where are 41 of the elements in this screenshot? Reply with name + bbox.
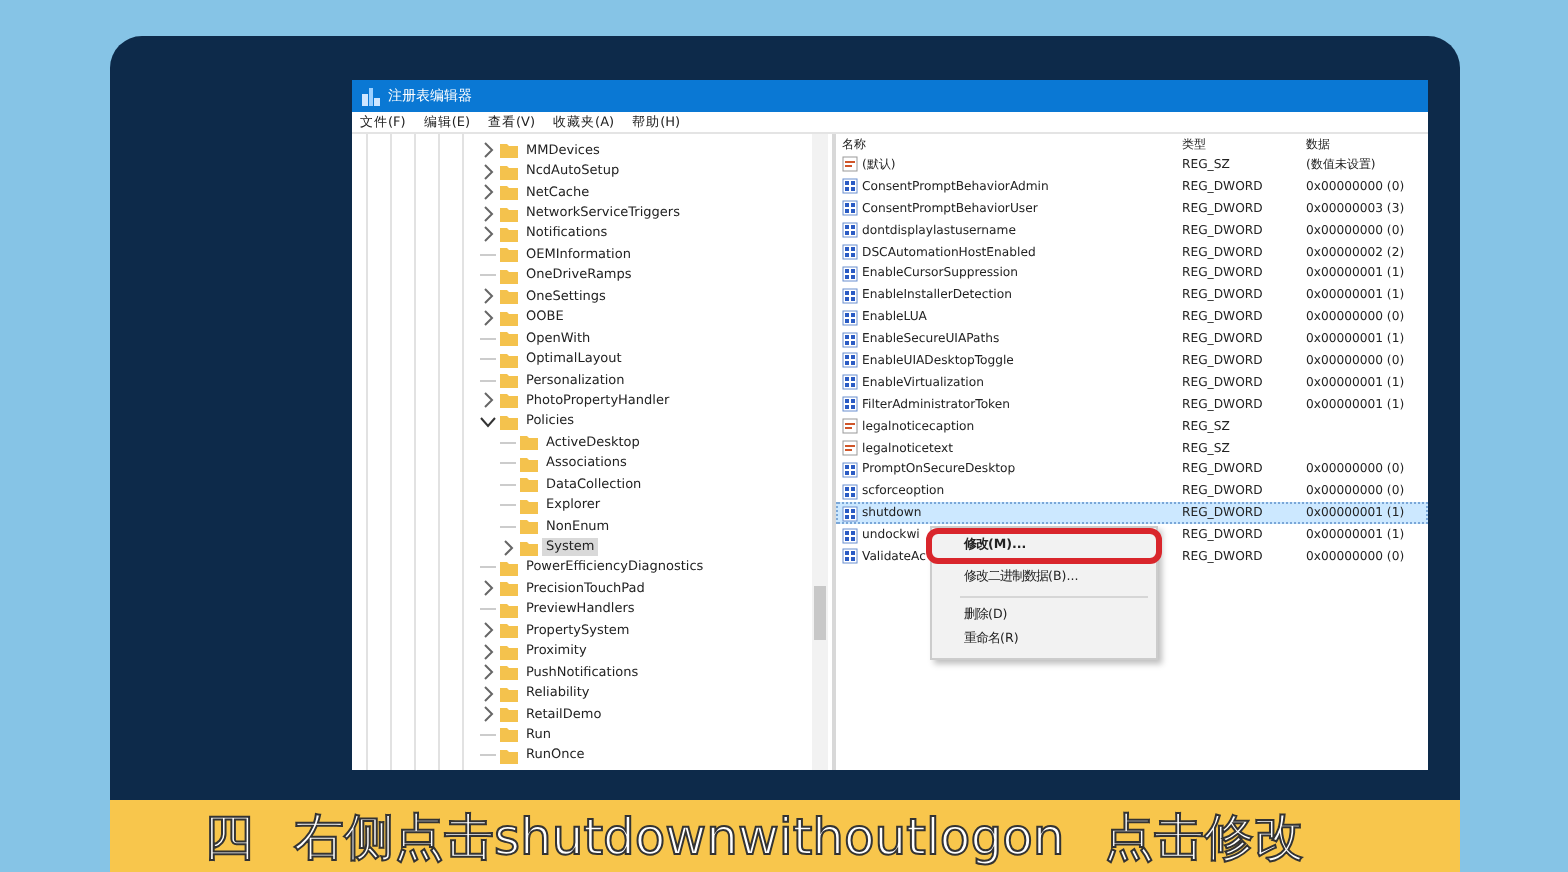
number-value-icon — [842, 244, 858, 260]
number-value-icon — [842, 200, 858, 217]
chevron-icon[interactable] — [480, 163, 496, 180]
chevron-icon[interactable] — [480, 205, 496, 222]
step-number: 四 — [204, 805, 254, 869]
number-value-icon — [842, 309, 858, 326]
chevron-icon[interactable] — [480, 413, 496, 430]
number-value-icon — [842, 352, 858, 369]
number-value-icon — [842, 374, 858, 391]
chevron-icon[interactable] — [480, 622, 496, 639]
scrollbar-thumb[interactable] — [814, 586, 826, 640]
chevron-icon[interactable] — [480, 643, 496, 660]
number-value-icon — [842, 461, 858, 478]
chevron-icon[interactable] — [480, 706, 496, 723]
chevron-icon[interactable] — [480, 309, 496, 326]
scrollbar[interactable] — [812, 134, 828, 770]
chevron-icon[interactable] — [480, 580, 496, 597]
chevron-icon[interactable] — [480, 392, 496, 409]
caption-text: 右侧点击shutdownwithoutlogon — [294, 805, 1065, 869]
number-value-icon — [842, 265, 858, 282]
number-value-icon — [842, 396, 858, 413]
number-value-icon — [842, 527, 858, 544]
number-value-icon — [842, 222, 858, 239]
number-value-icon — [842, 331, 858, 348]
number-value-icon — [842, 548, 858, 565]
number-value-icon — [842, 483, 858, 500]
number-value-icon — [842, 178, 858, 195]
chevron-icon[interactable] — [500, 539, 516, 556]
chevron-icon[interactable] — [480, 184, 496, 201]
string-value-icon — [842, 418, 858, 435]
chevron-icon[interactable] — [480, 664, 496, 681]
chevron-icon[interactable] — [480, 685, 496, 702]
number-value-icon — [842, 505, 858, 522]
caption-text: 点击修改 — [1104, 805, 1305, 869]
registry-icon — [362, 87, 380, 105]
string-value-icon — [842, 440, 858, 457]
number-value-icon — [842, 287, 858, 304]
chevron-icon[interactable] — [480, 225, 496, 242]
string-value-icon — [842, 156, 858, 173]
chevron-icon[interactable] — [480, 142, 496, 159]
chevron-icon[interactable] — [480, 288, 496, 305]
